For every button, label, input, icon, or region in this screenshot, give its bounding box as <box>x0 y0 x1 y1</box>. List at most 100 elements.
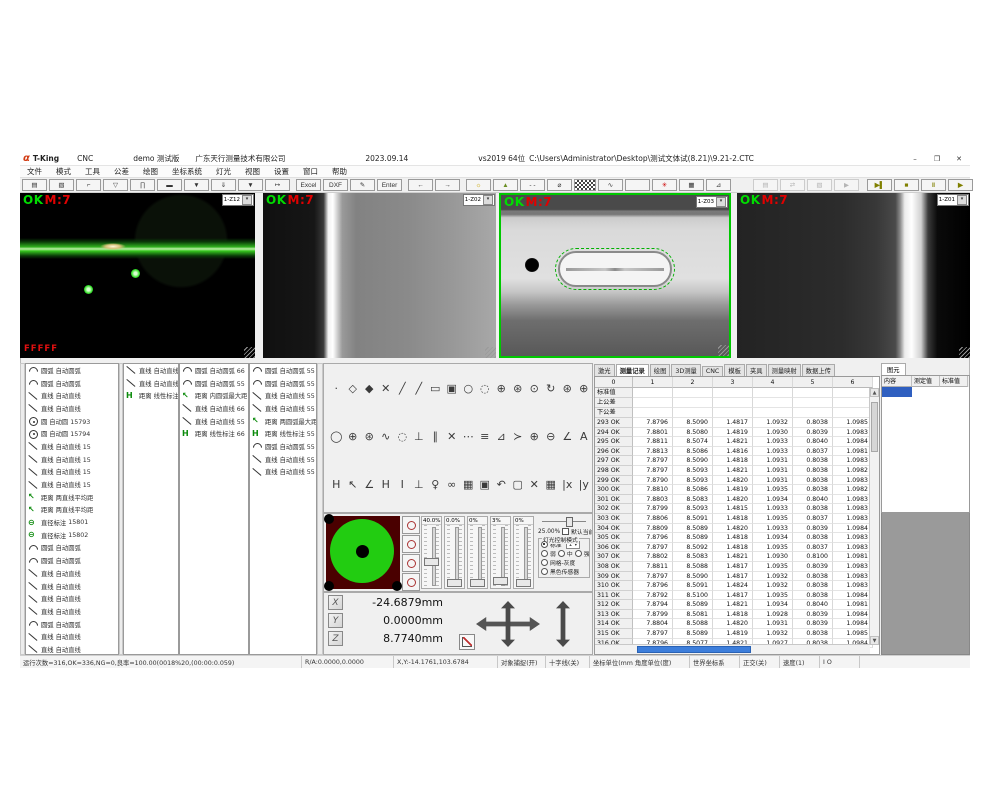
palette-tool-icon[interactable]: ○ <box>462 382 475 395</box>
table-row[interactable]: 295 OK7.88118.50741.48211.09330.80401.09… <box>595 437 879 447</box>
ring-light-preview[interactable] <box>326 516 400 589</box>
palette-tool-icon[interactable]: ∞ <box>446 478 459 491</box>
table-row[interactable]: 302 OK7.87998.50931.48151.09330.80381.09… <box>595 504 879 514</box>
table-row[interactable]: 296 OK7.88138.50861.48161.09330.80371.09… <box>595 447 879 457</box>
table-row[interactable]: 300 OK7.88108.50861.48191.09350.80381.09… <box>595 485 879 495</box>
tab-0[interactable]: 激光 <box>594 364 615 376</box>
table-row[interactable]: 315 OK7.87978.50891.48191.09320.80381.09… <box>595 629 879 639</box>
palette-tool-icon[interactable]: ⊕ <box>528 430 541 443</box>
palette-tool-icon[interactable]: ⊛ <box>561 382 574 395</box>
palette-tool-icon[interactable]: ⊛ <box>363 430 376 443</box>
table-row[interactable]: 293 OK7.87968.50901.48171.09320.80381.09… <box>595 418 879 428</box>
palette-tool-icon[interactable]: I <box>396 478 409 491</box>
scrollbar-thumb[interactable] <box>637 646 751 653</box>
tab-3[interactable]: 3D测量 <box>671 364 700 376</box>
close-button[interactable]: ✕ <box>948 152 970 165</box>
minimize-button[interactable]: – <box>904 152 926 165</box>
feature-item[interactable]: 圆弧自动圆弧 <box>26 554 118 567</box>
feature-item[interactable]: ↖距离内圆弧最大距 <box>180 389 248 402</box>
feature-item[interactable]: 直线自动直线 <box>26 389 118 402</box>
master-light-slider[interactable] <box>540 517 588 525</box>
palette-tool-icon[interactable]: ∠ <box>561 430 574 443</box>
palette-tool-icon[interactable]: H <box>330 478 343 491</box>
toolbar-excel-button[interactable]: Excel <box>296 179 321 191</box>
ring-light-button-4[interactable] <box>402 573 420 591</box>
palette-tool-icon[interactable]: ◆ <box>363 382 376 395</box>
palette-tool-icon[interactable]: ▣ <box>446 382 459 395</box>
palette-tool-icon[interactable]: ⋯ <box>462 430 475 443</box>
feature-item[interactable]: ↖距离两圆弧最大距 <box>250 415 316 428</box>
tab-primitives[interactable]: 图元 <box>881 363 906 375</box>
camera-view-2[interactable]: OKM:7 1-Z02▾ <box>263 193 496 358</box>
toolbar-pillar-button[interactable]: ∏ <box>130 179 155 191</box>
ring-light-button-2[interactable] <box>402 535 420 553</box>
feature-item[interactable]: 直线自动直线 34 <box>124 377 178 390</box>
toolbar-open-button[interactable]: ▧ <box>49 179 74 191</box>
feature-item[interactable]: H距离线性标注 34 <box>124 389 178 402</box>
chevron-down-icon[interactable]: ▾ <box>716 197 726 207</box>
table-row[interactable]: 294 OK7.88018.50801.48191.09300.80391.09… <box>595 428 879 438</box>
table-row[interactable]: 311 OK7.87928.51001.48171.09350.80381.09… <box>595 591 879 601</box>
x-axis-icon[interactable]: X <box>328 595 343 610</box>
slider-thumb[interactable] <box>516 579 531 587</box>
y-axis-icon[interactable]: Y <box>328 613 343 628</box>
table-row[interactable]: 309 OK7.87978.50901.48171.09320.80381.09… <box>595 572 879 582</box>
light-slider-1[interactable]: 0.0% <box>444 516 465 589</box>
toolbar-arrow-left-button[interactable]: ← <box>408 179 433 191</box>
table-row[interactable]: 298 OK7.87978.50931.48211.09310.80381.09… <box>595 466 879 476</box>
toolbar-checker-button[interactable] <box>574 179 596 191</box>
table-row[interactable]: 303 OK7.88068.50911.48181.09350.80371.09… <box>595 514 879 524</box>
table-row[interactable]: 305 OK7.87968.50891.48181.09340.80381.09… <box>595 533 879 543</box>
chevron-down-icon[interactable]: ▾ <box>242 195 252 205</box>
palette-tool-icon[interactable]: ↖ <box>347 478 360 491</box>
resize-grip[interactable] <box>485 347 496 358</box>
feature-item[interactable]: 圆弧自动圆弧 <box>26 542 118 555</box>
feature-item[interactable]: 圆弧自动圆弧 66 <box>180 364 248 377</box>
toolbar-pause-button[interactable]: ‖ <box>921 179 946 191</box>
chevron-down-icon[interactable]: ▾ <box>483 195 493 205</box>
camera-view-1[interactable]: OKM:7 1-Z12▾ FFFFF <box>20 193 255 358</box>
palette-tool-icon[interactable]: ╱ <box>396 382 409 395</box>
palette-tool-icon[interactable]: ▦ <box>462 478 475 491</box>
ring-light-button-1[interactable] <box>402 516 420 534</box>
table-row[interactable]: 314 OK7.88048.50881.48201.09310.80391.09… <box>595 619 879 629</box>
camera-view-4[interactable]: OKM:7 1-Z01▾ <box>737 193 970 358</box>
feature-item[interactable]: 直线自动直线 <box>26 592 118 605</box>
feature-item[interactable]: 直线自动直线 <box>26 402 118 415</box>
camera4-selector[interactable]: 1-Z01▾ <box>937 194 969 206</box>
feature-item[interactable]: 圆弧自动圆弧 55 <box>250 440 316 453</box>
resize-grip[interactable] <box>244 347 255 358</box>
slider-thumb[interactable] <box>424 558 439 566</box>
toolbar-pillar-down-button[interactable]: ⇓ <box>211 179 236 191</box>
feature-item[interactable]: 圆自动圆 15794 <box>26 427 118 440</box>
toolbar-zoom-button[interactable]: ⌀ <box>547 179 572 191</box>
table-special-row[interactable]: 标准值 <box>595 388 879 398</box>
table-row[interactable]: 308 OK7.88118.50881.48171.09350.80391.09… <box>595 562 879 572</box>
menu-item-10[interactable]: 帮助 <box>325 166 354 177</box>
palette-tool-icon[interactable]: ⊥ <box>413 478 426 491</box>
palette-tool-icon[interactable]: ⊛ <box>512 382 525 395</box>
toolbar-edge-trace-button[interactable]: ⌐ <box>76 179 101 191</box>
table-row[interactable]: 301 OK7.88038.50831.48201.09340.80401.09… <box>595 495 879 505</box>
table-special-row[interactable]: 上公差 <box>595 398 879 408</box>
table-row[interactable]: 307 OK7.88028.50831.48211.09300.81001.09… <box>595 552 879 562</box>
feature-item[interactable]: 直线自动直线 55 <box>250 466 316 479</box>
feature-item[interactable]: 圆弧自动圆弧 <box>26 364 118 377</box>
palette-tool-icon[interactable]: ⊿ <box>495 430 508 443</box>
toolbar-chart-button[interactable]: ⊿ <box>706 179 731 191</box>
tab-1[interactable]: 测量记录 <box>616 364 649 376</box>
low-radio[interactable] <box>541 550 548 557</box>
palette-tool-icon[interactable]: ⊙ <box>528 382 541 395</box>
palette-tool-icon[interactable]: ∿ <box>380 430 393 443</box>
camera2-selector[interactable]: 1-Z02▾ <box>463 194 495 206</box>
toolbar-dxf-button[interactable]: DXF <box>323 179 348 191</box>
palette-tool-icon[interactable]: ↶ <box>495 478 508 491</box>
high-radio[interactable] <box>575 550 582 557</box>
feature-item[interactable]: 圆弧自动圆弧 55 <box>250 364 316 377</box>
toolbar-gray-block-button[interactable]: ▬ <box>157 179 182 191</box>
feature-item[interactable]: 直线自动直线 66 <box>180 402 248 415</box>
palette-tool-icon[interactable]: ∥ <box>429 430 442 443</box>
scroll-up-icon[interactable]: ▲ <box>870 388 879 397</box>
feature-item[interactable]: 直线自动直线 55 <box>250 389 316 402</box>
palette-tool-icon[interactable]: ↻ <box>545 382 558 395</box>
